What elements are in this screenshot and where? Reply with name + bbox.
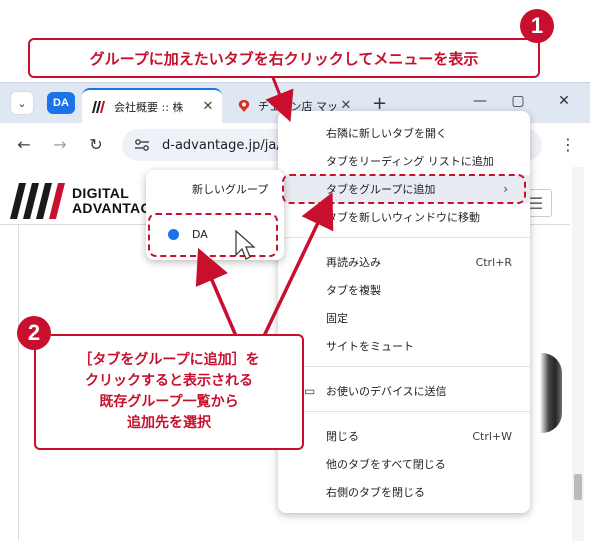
tab-close-icon[interactable]: ✕ bbox=[200, 99, 216, 114]
logo-line-1: DIGITAL bbox=[72, 185, 130, 201]
callout-step-2: ［タブをグループに追加］を クリックすると表示される 既存グループ一覧から 追加… bbox=[34, 334, 304, 450]
reload-icon[interactable]: ↻ bbox=[86, 135, 106, 154]
menu-separator bbox=[278, 237, 530, 238]
menu-separator bbox=[278, 366, 530, 367]
callout-2-line-3: 既存グループ一覧から bbox=[99, 394, 239, 410]
menu-item-move-to-new-window[interactable]: タブを新しいウィンドウに移動 bbox=[278, 203, 530, 231]
menu-item-mute-site[interactable]: サイトをミュート bbox=[278, 332, 530, 360]
scrollbar-thumb[interactable] bbox=[574, 474, 582, 500]
tab-active[interactable]: 会社概要 :: 株 ✕ bbox=[82, 88, 222, 123]
menu-item-pin[interactable]: 固定 bbox=[278, 304, 530, 332]
close-window-button[interactable]: ✕ bbox=[554, 93, 574, 109]
submenu-item-new-group[interactable]: 新しいグループ bbox=[146, 176, 284, 202]
highlight-group-da bbox=[148, 213, 278, 257]
back-arrow-icon[interactable]: ← bbox=[14, 135, 34, 154]
tab-title: 会社概要 :: 株 bbox=[114, 100, 184, 114]
site-settings-icon[interactable] bbox=[134, 138, 152, 152]
menu-item-open-new-tab-right[interactable]: 右隣に新しいタブを開く bbox=[278, 119, 530, 147]
menu-item-close-other-tabs[interactable]: 他のタブをすべて閉じる bbox=[278, 450, 530, 478]
highlight-add-to-group bbox=[282, 174, 526, 204]
more-menu-icon[interactable]: ⋮ bbox=[560, 135, 576, 154]
menu-item-duplicate[interactable]: タブを複製 bbox=[278, 276, 530, 304]
chevron-down-icon: ⌄ bbox=[17, 96, 27, 110]
tab-search-button[interactable]: ⌄ bbox=[10, 91, 34, 115]
callout-2-line-1: ［タブをグループに追加］を bbox=[78, 352, 260, 368]
callout-2-line-4: 追加先を選択 bbox=[127, 415, 211, 431]
callout-step-1: グループに加えたいタブを右クリックしてメニューを表示 bbox=[28, 38, 540, 78]
decorative-image bbox=[540, 353, 562, 433]
logo-line-2: ADVANTAG bbox=[72, 200, 152, 216]
menu-item-send-to-devices[interactable]: ▭ お使いのデバイスに送信 bbox=[278, 377, 530, 405]
tab-context-menu: 右隣に新しいタブを開く タブをリーディング リストに追加 タブをグループに追加 ›… bbox=[278, 111, 530, 513]
da-favicon-icon bbox=[92, 100, 108, 114]
menu-item-close-tabs-right[interactable]: 右側のタブを閉じる bbox=[278, 478, 530, 506]
da-logo-mark-icon bbox=[10, 183, 65, 219]
url-text: d-advantage.jp/ja/c bbox=[162, 137, 288, 153]
device-icon: ▭ bbox=[304, 384, 316, 398]
step-1-badge: 1 bbox=[520, 9, 554, 43]
menu-item-close[interactable]: 閉じる Ctrl+W bbox=[278, 422, 530, 450]
minimize-button[interactable]: — bbox=[470, 93, 490, 109]
callout-2-line-2: クリックすると表示される bbox=[85, 373, 253, 389]
site-logo[interactable]: DIGITAL ADVANTAG bbox=[10, 183, 152, 219]
menu-item-add-to-reading-list[interactable]: タブをリーディング リストに追加 bbox=[278, 147, 530, 175]
menu-separator bbox=[278, 411, 530, 412]
menu-item-reload[interactable]: 再読み込み Ctrl+R bbox=[278, 248, 530, 276]
tab-group-chip[interactable]: DA bbox=[47, 92, 75, 114]
chain-map-favicon-icon bbox=[236, 99, 252, 113]
step-2-badge: 2 bbox=[17, 316, 51, 350]
maximize-button[interactable]: ▢ bbox=[508, 93, 528, 109]
scrollbar[interactable] bbox=[572, 167, 584, 541]
content-border bbox=[18, 225, 19, 541]
forward-arrow-icon[interactable]: → bbox=[50, 135, 70, 154]
